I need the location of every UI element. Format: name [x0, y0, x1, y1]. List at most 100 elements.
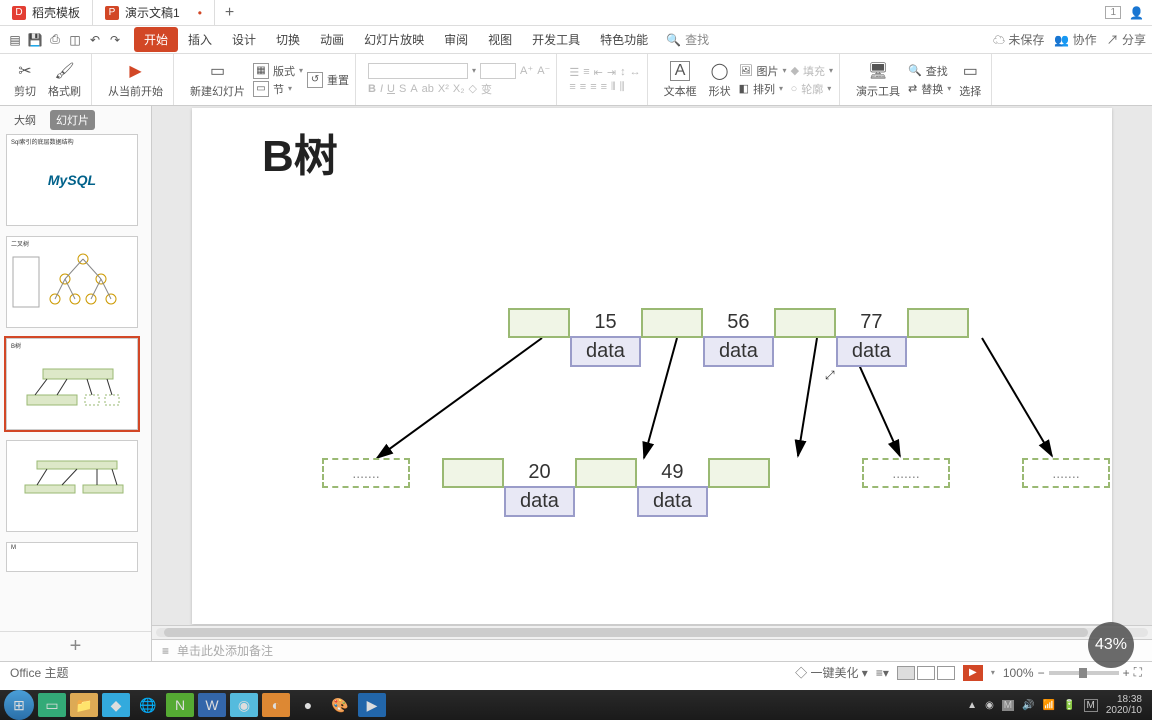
new-slide-button[interactable]: ▭新建幻灯片	[186, 59, 249, 101]
bullets-button[interactable]: ☰	[569, 66, 579, 79]
outline-button[interactable]: ○轮廓▾	[791, 81, 833, 97]
zoom-in-button[interactable]: +	[1123, 666, 1130, 680]
start-button[interactable]: ⊞	[4, 690, 34, 720]
normal-view-icon[interactable]	[897, 666, 915, 680]
tray-ime-icon[interactable]: M	[1084, 699, 1098, 712]
textbox-button[interactable]: A文本框	[660, 59, 701, 101]
shape-button[interactable]: ◯形状	[705, 59, 735, 101]
menu-view[interactable]: 视图	[478, 27, 522, 52]
thumbnail-4[interactable]	[6, 440, 138, 532]
align-justify-button[interactable]: ≡	[601, 81, 607, 93]
zoom-out-button[interactable]: −	[1038, 666, 1045, 680]
text-direction-button[interactable]: ↔	[630, 66, 641, 78]
layout-button[interactable]: ▦版式▾	[253, 63, 303, 79]
taskbar-wps[interactable]: W	[198, 693, 226, 717]
tray-up-icon[interactable]: ▲	[967, 700, 977, 711]
menu-design[interactable]: 设计	[222, 27, 266, 52]
align-right-button[interactable]: ≡	[590, 81, 596, 93]
tab-template[interactable]: D 稻壳模板	[0, 0, 93, 25]
underline-button[interactable]: U	[387, 83, 395, 95]
superscript-button[interactable]: X²	[438, 83, 449, 95]
menu-transition[interactable]: 切换	[266, 27, 310, 52]
taskbar-app[interactable]: ◐	[262, 693, 290, 717]
play-from-current-button[interactable]: ▶从当前开始	[104, 59, 167, 101]
subscript-button[interactable]: X₂	[453, 83, 465, 95]
distribute-v-button[interactable]: ⫼	[620, 81, 625, 94]
font-grow-icon[interactable]: A⁺	[520, 64, 533, 77]
user-icon[interactable]: 👤	[1129, 6, 1144, 20]
menu-devtools[interactable]: 开发工具	[522, 27, 590, 52]
tab-document[interactable]: P 演示文稿1 •	[93, 0, 215, 25]
tray-nvidia-icon[interactable]: ◉	[985, 700, 994, 711]
float-progress-badge[interactable]: 43%	[1088, 622, 1134, 668]
theme-label[interactable]: Office 主题	[10, 664, 68, 681]
taskbar-app[interactable]: ●	[294, 693, 322, 717]
reset-button[interactable]: ↺重置	[307, 72, 349, 88]
sorter-view-icon[interactable]	[917, 666, 935, 680]
indent-left-button[interactable]: ⇤	[594, 66, 603, 79]
print-icon[interactable]: ⎙	[46, 30, 64, 50]
distribute-h-button[interactable]: ⫴	[611, 81, 616, 94]
tray-volume-icon[interactable]: 🔊	[1022, 700, 1034, 711]
fill-button[interactable]: ◆填充▾	[791, 63, 833, 79]
taskbar-app[interactable]: ◉	[230, 693, 258, 717]
taskbar-app[interactable]: N	[166, 693, 194, 717]
align-center-button[interactable]: ≡	[580, 81, 586, 93]
add-slide-button[interactable]: +	[0, 631, 151, 661]
strike-button[interactable]: S	[399, 83, 406, 95]
cut-button[interactable]: ✂剪切	[10, 59, 40, 101]
save-icon[interactable]: 💾	[26, 30, 44, 50]
select-button[interactable]: ▭选择	[955, 59, 985, 101]
collab-label[interactable]: 👥 协作	[1054, 31, 1096, 48]
zoom-slider[interactable]	[1049, 671, 1119, 675]
window-badge[interactable]: 1	[1105, 6, 1121, 19]
font-color-button[interactable]: A	[410, 83, 417, 95]
redo-icon[interactable]: ↷	[106, 30, 124, 50]
bold-button[interactable]: B	[368, 83, 376, 95]
reading-view-icon[interactable]	[937, 666, 955, 680]
clear-format-button[interactable]: ◇	[469, 82, 477, 95]
panel-tab-outline[interactable]: 大纲	[8, 110, 42, 130]
menu-review[interactable]: 审阅	[434, 27, 478, 52]
taskbar-explorer[interactable]: 📁	[70, 693, 98, 717]
fit-window-icon[interactable]: ⛶	[1134, 665, 1142, 680]
search-box[interactable]: 🔍 查找	[666, 31, 709, 48]
replace-button[interactable]: ⇄替换▾	[908, 81, 951, 97]
indent-right-button[interactable]: ⇥	[607, 66, 616, 79]
unsaved-label[interactable]: ☁ 未保存	[993, 31, 1044, 48]
numbering-button[interactable]: ≡	[583, 66, 589, 78]
taskbar-app[interactable]: ◆	[102, 693, 130, 717]
share-label[interactable]: ↗ 分享	[1107, 31, 1146, 48]
align-left-button[interactable]: ≡	[569, 81, 575, 93]
taskbar-app[interactable]: ▭	[38, 693, 66, 717]
notes-placeholder[interactable]: 单击此处添加备注	[177, 642, 273, 659]
menu-animation[interactable]: 动画	[310, 27, 354, 52]
slide-canvas[interactable]: B树 15 data	[192, 108, 1112, 624]
menu-icon[interactable]: ▤	[6, 30, 24, 50]
menu-start[interactable]: 开始	[134, 27, 178, 52]
thumbnail-1[interactable]: Sql索引的底层数据结构 MySQL	[6, 134, 138, 226]
font-select[interactable]: ▾A⁺A⁻	[368, 63, 550, 79]
menu-slideshow[interactable]: 幻灯片放映	[354, 27, 434, 52]
menu-insert[interactable]: 插入	[178, 27, 222, 52]
undo-icon[interactable]: ↶	[86, 30, 104, 50]
taskbar-chrome[interactable]: 🌐	[134, 693, 162, 717]
arrange-button[interactable]: ◧排列▾	[739, 81, 787, 97]
line-spacing-button[interactable]: ↕	[620, 66, 626, 78]
slideshow-button[interactable]: ▶	[963, 665, 983, 681]
notes-toggle-icon[interactable]: ≡▾	[876, 666, 889, 680]
preview-icon[interactable]: ◫	[66, 30, 84, 50]
tools-button[interactable]: 🖥演示工具	[852, 59, 904, 101]
tray-battery-icon[interactable]: 🔋	[1063, 700, 1075, 711]
tab-add-button[interactable]: +	[215, 4, 244, 22]
font-shrink-icon[interactable]: A⁻	[537, 64, 550, 77]
thumbnail-5[interactable]: M	[6, 542, 138, 572]
menu-features[interactable]: 特色功能	[590, 27, 658, 52]
taskbar-app[interactable]: ▶	[358, 693, 386, 717]
format-painter-button[interactable]: 🖌格式刷	[44, 59, 85, 101]
chinese-layout-button[interactable]: 变	[481, 81, 492, 97]
thumbnail-2[interactable]: 二叉树	[6, 236, 138, 328]
panel-tab-slides[interactable]: 幻灯片	[50, 110, 95, 130]
tray-m-icon[interactable]: M	[1002, 700, 1014, 711]
italic-button[interactable]: I	[380, 83, 383, 95]
